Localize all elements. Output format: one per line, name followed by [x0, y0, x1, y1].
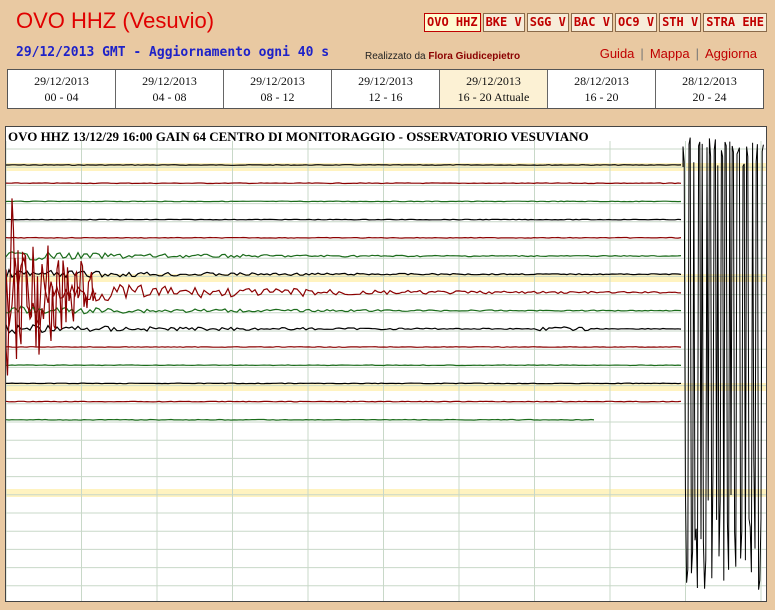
time-tab[interactable]: 29/12/2013 16 - 20 Attuale — [440, 70, 548, 108]
time-tab[interactable]: 28/12/2013 16 - 20 — [548, 70, 656, 108]
page-title: OVO HHZ (Vesuvio) — [16, 8, 215, 33]
seismic-trace — [6, 200, 682, 203]
time-tab-range: 12 - 16 — [368, 90, 403, 104]
seismic-trace — [6, 182, 682, 185]
seismic-trace — [6, 346, 682, 348]
station-button[interactable]: STRA EHE — [703, 13, 767, 32]
time-tab[interactable]: 29/12/2013 04 - 08 — [116, 70, 224, 108]
seismic-burst — [682, 137, 764, 590]
highlight-band — [6, 274, 766, 282]
time-tab[interactable]: 29/12/2013 12 - 16 — [332, 70, 440, 108]
seismogram-header: OVO HHZ 13/12/29 16:00 GAIN 64 CENTRO DI… — [8, 129, 589, 144]
seismic-trace — [6, 364, 682, 367]
seismic-trace — [6, 251, 682, 261]
station-button[interactable]: STH V — [659, 13, 702, 32]
station-button[interactable]: BAC V — [570, 13, 613, 32]
time-tab[interactable]: 29/12/2013 08 - 12 — [224, 70, 332, 108]
time-tab[interactable]: 28/12/2013 20 - 24 — [656, 70, 763, 108]
refresh-link[interactable]: Aggiorna — [705, 46, 757, 61]
time-tab-date: 29/12/2013 — [358, 74, 413, 88]
seismic-trace — [6, 164, 682, 166]
time-tab-date: 29/12/2013 — [142, 74, 197, 88]
link-separator: | — [640, 46, 644, 61]
time-tab-range: 20 - 24 — [692, 90, 727, 104]
page-subtitle: 29/12/2013 GMT - Aggiornamento ogni 40 s — [16, 45, 330, 60]
seismic-trace — [6, 218, 682, 221]
seismic-trace — [6, 418, 595, 421]
time-window-tabs: 29/12/2013 00 - 04 29/12/2013 04 - 08 29/12/… — [7, 69, 764, 109]
seismic-trace — [6, 236, 682, 239]
credit-author: Flora Giudicepietro — [428, 51, 521, 62]
seismic-trace — [6, 382, 682, 385]
time-tab-date: 28/12/2013 — [574, 74, 629, 88]
station-selector: OVO HHZ BKE V SGG V BAC V OC9 V STH V STRA EHE — [424, 13, 767, 33]
time-tab-date: 28/12/2013 — [682, 74, 737, 88]
highlight-band — [6, 489, 766, 497]
station-button[interactable]: OC9 V — [614, 13, 658, 32]
time-tab-date: 29/12/2013 — [34, 74, 89, 88]
credit: Realizzato da Flora Giudicepietro — [365, 51, 520, 62]
time-tab[interactable]: 29/12/2013 00 - 04 — [8, 70, 116, 108]
seismic-trace — [6, 255, 682, 327]
credit-prefix: Realizzato da — [365, 51, 426, 62]
time-tab-range: 00 - 04 — [44, 90, 79, 104]
time-tab-range: 08 - 12 — [260, 90, 295, 104]
time-tab-range: 16 - 20 Attuale — [457, 90, 530, 104]
link-separator: | — [695, 46, 699, 61]
seismogram-canvas — [6, 137, 766, 601]
seismic-trace — [6, 400, 682, 403]
time-tab-range: 16 - 20 — [584, 90, 619, 104]
station-button[interactable]: SGG V — [526, 13, 569, 32]
top-links: Guida | Mappa | Aggiorna — [600, 46, 757, 61]
time-tab-date: 29/12/2013 — [250, 74, 305, 88]
station-button[interactable]: BKE V — [482, 13, 525, 32]
highlight-band — [6, 383, 766, 391]
time-tab-range: 04 - 08 — [152, 90, 187, 104]
seismogram-plot — [5, 126, 767, 602]
guide-link[interactable]: Guida — [600, 46, 635, 61]
map-link[interactable]: Mappa — [650, 46, 690, 61]
time-tab-date: 29/12/2013 — [466, 74, 521, 88]
station-button[interactable]: OVO HHZ — [424, 13, 481, 32]
seismic-trace — [6, 324, 682, 335]
